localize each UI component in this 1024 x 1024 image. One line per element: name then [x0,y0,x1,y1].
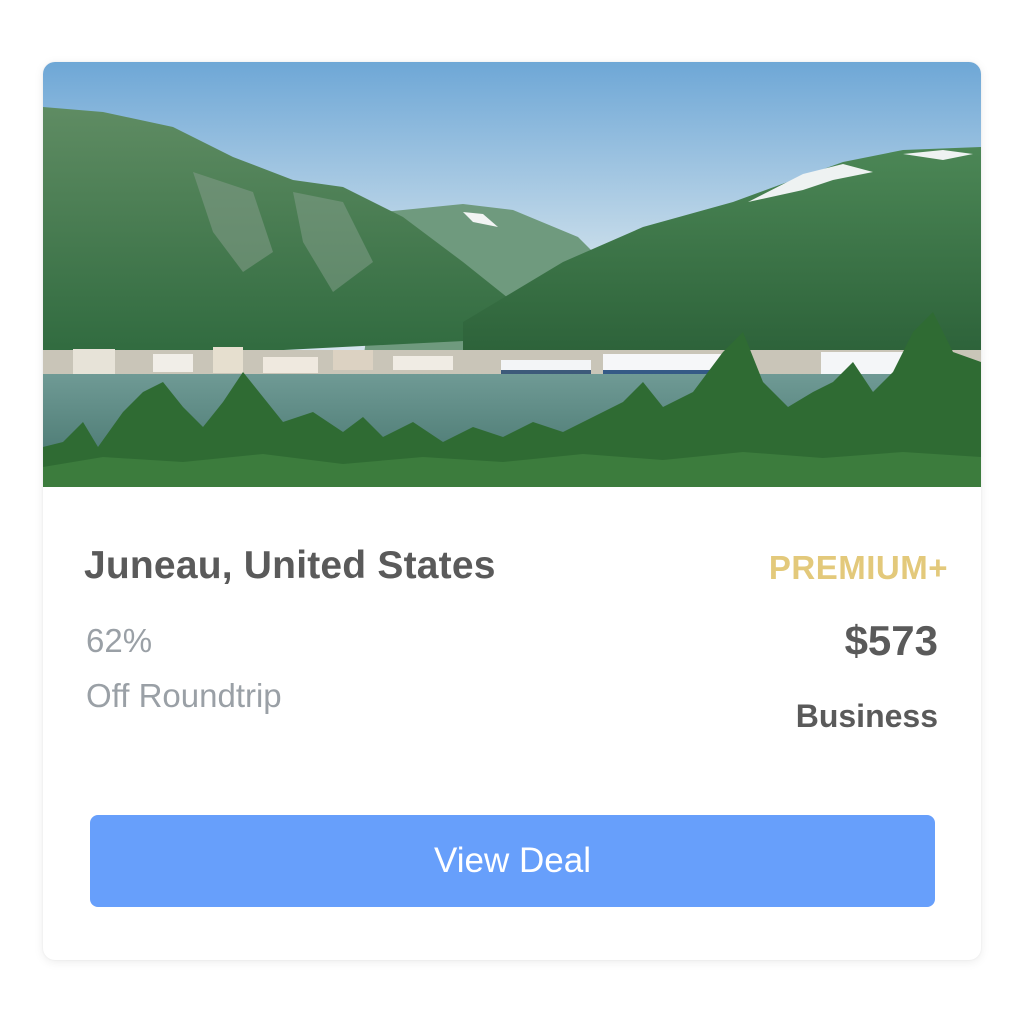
cabin-class: Business [795,698,938,734]
page: Juneau, United States PREMIUM+ 62% Off R… [0,0,1024,1024]
destination-photo [43,62,981,487]
deal-card: Juneau, United States PREMIUM+ 62% Off R… [43,62,981,960]
destination-title: Juneau, United States [84,544,496,587]
discount-label: Off Roundtrip [86,677,282,714]
price: $573 [844,617,938,664]
tier-badge: PREMIUM+ [768,549,948,586]
view-deal-button[interactable]: View Deal [90,815,935,907]
discount-percent: 62% [86,622,153,659]
